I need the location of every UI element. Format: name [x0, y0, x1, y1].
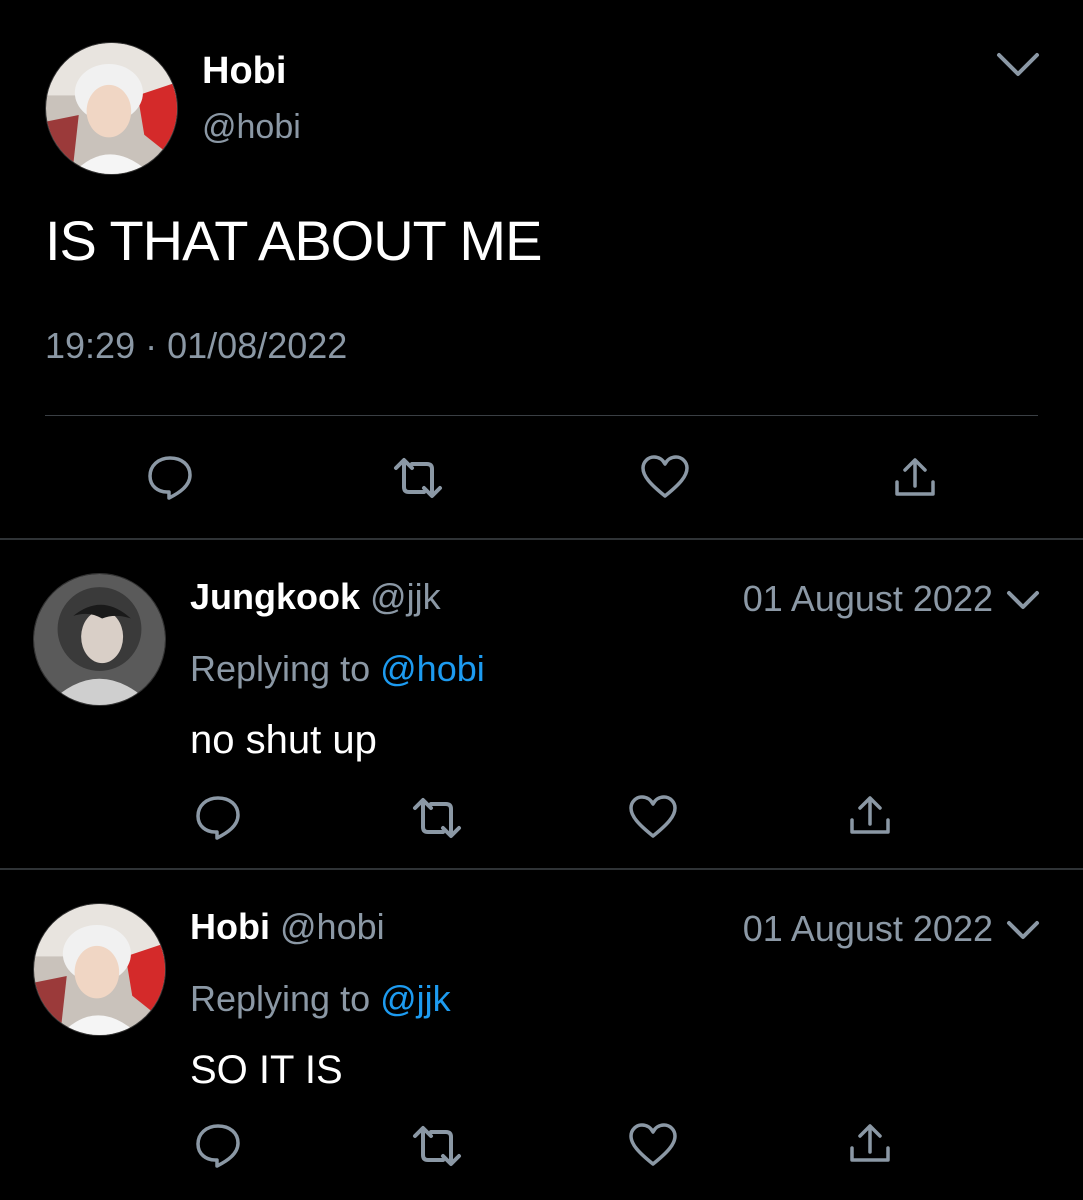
reply-icon[interactable] [193, 1120, 243, 1170]
reply-icon[interactable] [193, 792, 243, 842]
chevron-down-icon[interactable] [995, 50, 1041, 80]
retweet-icon[interactable] [392, 455, 444, 501]
author-handle[interactable]: @hobi [202, 108, 301, 147]
chevron-down-icon[interactable] [1005, 918, 1041, 942]
timestamp-separator: · [145, 325, 158, 366]
tweet-date[interactable]: 01 August 2022 [743, 578, 993, 620]
reply-icon[interactable] [145, 452, 195, 502]
reply-tweet[interactable]: Jungkook @jjk 01 August 2022 Replying to… [0, 540, 1083, 868]
main-tweet: Hobi @hobi IS THAT ABOUT ME 19:29 · 01/0… [0, 0, 1083, 538]
tweet-time: 19:29 [45, 325, 136, 366]
like-icon[interactable] [628, 794, 678, 840]
replying-prefix: Replying to [190, 648, 371, 689]
share-icon[interactable] [848, 1122, 892, 1166]
chevron-down-icon[interactable] [1005, 588, 1041, 612]
replying-to: Replying to @jjk [190, 978, 451, 1020]
tweet-date: 01/08/2022 [167, 325, 348, 366]
tweet-date[interactable]: 01 August 2022 [743, 908, 993, 950]
author-handle: @hobi [280, 906, 385, 947]
reply-tweet[interactable]: Hobi @hobi 01 August 2022 Replying to @j… [0, 870, 1083, 1200]
avatar[interactable] [33, 903, 166, 1036]
divider [45, 415, 1038, 416]
replying-to: Replying to @hobi [190, 648, 485, 690]
retweet-icon[interactable] [411, 1123, 463, 1169]
tweet-text: SO IT IS [190, 1048, 343, 1092]
retweet-icon[interactable] [411, 795, 463, 841]
author-display-name: Jungkook [190, 576, 361, 617]
mention-link[interactable]: @hobi [380, 648, 485, 689]
tweet-timestamp[interactable]: 19:29 · 01/08/2022 [45, 325, 347, 367]
author-display-name: Hobi [190, 906, 270, 947]
author-name[interactable]: Hobi [202, 50, 286, 93]
author-name[interactable]: Jungkook @jjk [190, 576, 441, 618]
author-handle: @jjk [370, 576, 441, 617]
avatar[interactable] [33, 573, 166, 706]
avatar[interactable] [45, 42, 178, 175]
like-icon[interactable] [640, 454, 690, 500]
tweet-text: no shut up [190, 718, 377, 762]
share-icon[interactable] [893, 456, 937, 500]
author-name[interactable]: Hobi @hobi [190, 906, 385, 948]
like-icon[interactable] [628, 1122, 678, 1168]
mention-link[interactable]: @jjk [380, 978, 451, 1019]
replying-prefix: Replying to [190, 978, 371, 1019]
share-icon[interactable] [848, 794, 892, 838]
tweet-text: IS THAT ABOUT ME [45, 209, 542, 272]
